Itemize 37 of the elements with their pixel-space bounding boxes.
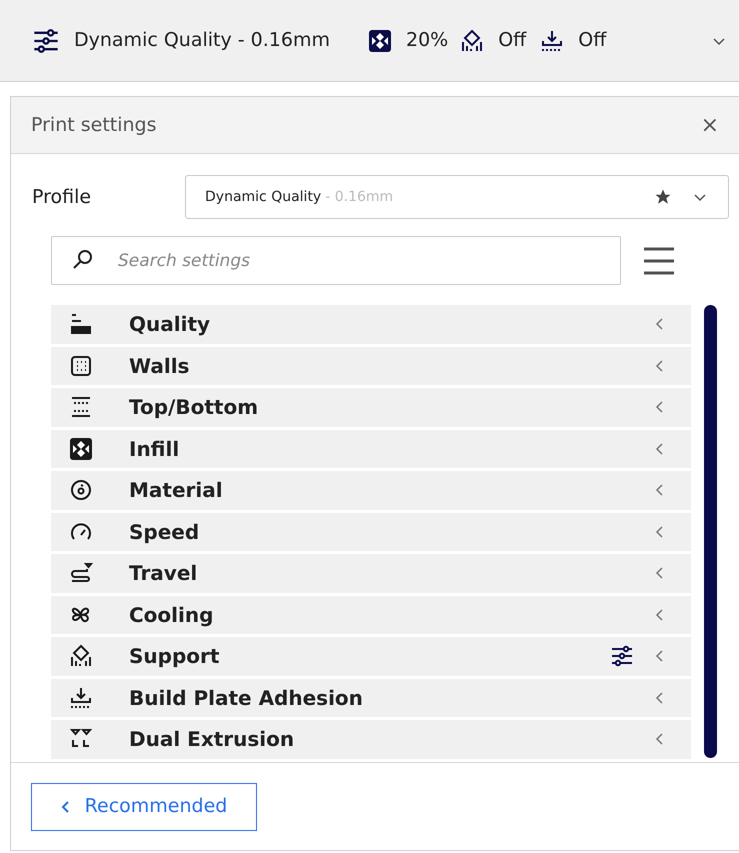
close-button[interactable]: × [700,108,719,142]
spool-icon [69,478,93,502]
category-row[interactable]: Support [51,637,691,676]
menu-icon[interactable] [643,246,675,276]
category-row[interactable]: Dual Extrusion [51,720,691,758]
infill-icon [69,436,93,461]
category-row[interactable]: Cooling [51,596,691,634]
infill-icon [368,28,392,52]
infill-value: 20% [406,28,448,54]
category-row[interactable]: Top/Bottom [51,388,691,426]
panel-title: Print settings [31,112,157,138]
chevron-left-icon [60,800,71,814]
custom-settings-icon [610,644,634,668]
settings-sliders-icon [32,26,60,54]
star-icon [654,188,672,206]
adhesion-value: Off [578,28,606,54]
search-field[interactable]: Search settings [51,236,621,285]
layers-icon [69,395,93,420]
quality-icon [69,312,93,336]
profile-summary: Dynamic Quality - 0.16mm [74,28,330,54]
category-row[interactable]: Build Plate Adhesion [51,678,691,717]
category-row[interactable]: Infill [51,430,691,468]
category-row[interactable]: Travel [51,554,691,592]
support-value: Off [498,28,526,54]
profile-label: Profile [32,184,92,210]
category-row[interactable]: Speed [51,512,691,551]
walls-icon [69,354,93,378]
category-row[interactable]: Walls [51,346,691,385]
adhesion-icon [69,686,93,710]
support-icon [460,28,484,52]
category-row[interactable]: Material [51,471,691,510]
adhesion-icon [540,28,564,52]
scrollbar[interactable] [704,305,717,758]
recommended-button[interactable]: Recommended [31,782,257,830]
category-row[interactable]: Quality [51,305,691,344]
support-icon [69,644,93,668]
profile-dropdown[interactable]: Dynamic Quality - 0.16mm [185,175,729,219]
